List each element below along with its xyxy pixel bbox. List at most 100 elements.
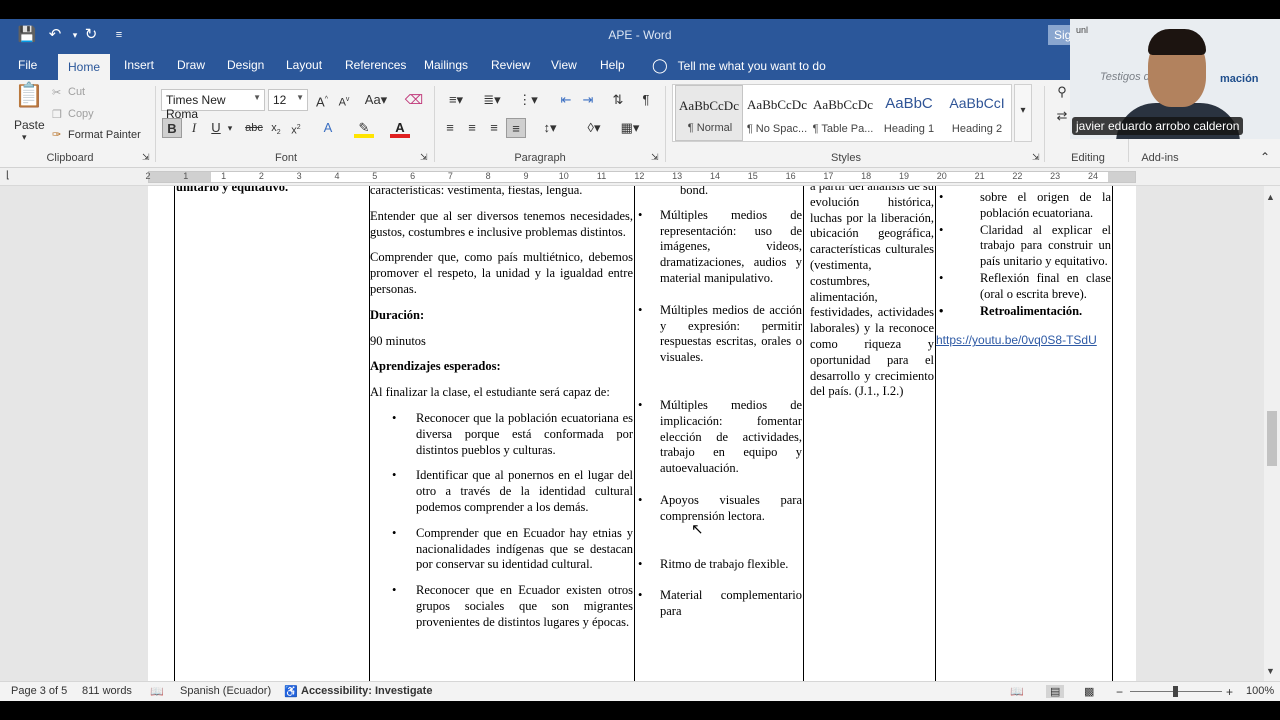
word-count[interactable]: 811 words	[82, 685, 132, 697]
font-name-combo[interactable]: Times New Roma ▼	[161, 89, 265, 121]
accessibility-status[interactable]: Accessibility: Investigate	[301, 685, 432, 697]
tab-selector-icon[interactable]: ⌊	[6, 170, 10, 181]
horizontal-ruler[interactable]: ⌊ 2 1 1 2 3 4 5 6 7 8 9 10 11 12 13 14 15 16 17 18 19 20 21 22 2…	[0, 168, 1280, 186]
page-count[interactable]: Page 3 of 5	[11, 685, 67, 697]
scrollbar-thumb[interactable]	[1267, 411, 1277, 466]
font-size-value: 12	[273, 93, 287, 107]
tab-mailings[interactable]: Mailings	[424, 57, 468, 80]
table-cell-col3[interactable]: bond. Múltiples medios de representación…	[638, 186, 802, 630]
grow-font-icon[interactable]: A^	[312, 90, 332, 110]
tab-design[interactable]: Design	[227, 57, 264, 80]
find-icon[interactable]: ⚲	[1052, 82, 1072, 102]
shading-icon[interactable]: ◊▾	[580, 118, 608, 138]
paste-icon[interactable]: 📋	[14, 84, 44, 118]
tab-home[interactable]: Home	[58, 54, 111, 80]
font-launcher-icon[interactable]: ⇲	[420, 152, 428, 163]
proofing-icon[interactable]: 📖	[150, 685, 164, 698]
list-item: Ritmo de trabajo flexible.	[634, 557, 802, 573]
video-link[interactable]: https://youtu.be/0vq0S8-TSdU	[936, 333, 1111, 349]
styles-launcher-icon[interactable]: ⇲	[1032, 152, 1040, 163]
language-indicator[interactable]: Spanish (Ecuador)	[180, 685, 271, 697]
tell-me-box[interactable]: ◯ Tell me what you want to do	[652, 57, 826, 74]
shrink-font-icon[interactable]: Av	[334, 90, 354, 110]
tab-layout[interactable]: Layout	[286, 57, 322, 80]
sort-icon[interactable]: ⇅	[608, 90, 628, 110]
table-cell-col5[interactable]: sobre el origen de la población ecuatori…	[936, 190, 1111, 359]
style-table-paragraph[interactable]: AaBbCcDc ¶ Table Pa...	[809, 85, 877, 141]
print-layout-icon[interactable]: ▤	[1046, 685, 1065, 698]
document-page[interactable]: unitario y equitativo. características: …	[148, 186, 1136, 681]
replace-icon[interactable]: ⇄	[1052, 106, 1072, 126]
tab-references[interactable]: References	[345, 57, 406, 80]
highlight-icon[interactable]: ✎	[354, 118, 374, 138]
cut-icon[interactable]: ✂	[52, 86, 61, 99]
line-spacing-icon[interactable]: ↕▾	[536, 118, 564, 138]
subscript-button[interactable]: x2	[266, 118, 286, 138]
vertical-scrollbar[interactable]: ▲ ▼	[1264, 186, 1280, 681]
style-normal[interactable]: AaBbCcDc ¶ Normal	[675, 85, 743, 141]
paragraph-launcher-icon[interactable]: ⇲	[651, 152, 659, 163]
underline-dropdown-icon[interactable]: ▾	[224, 118, 236, 138]
text-effects-icon[interactable]: A	[318, 118, 338, 138]
style-heading-2[interactable]: AaBbCcI Heading 2	[943, 85, 1011, 141]
collapse-ribbon-icon[interactable]: ⌃	[1260, 150, 1270, 164]
show-formatting-icon[interactable]: ¶	[636, 90, 656, 110]
accessibility-icon[interactable]: ♿	[284, 685, 298, 698]
cut-button[interactable]: Cut	[68, 86, 85, 98]
copy-button[interactable]: Copy	[68, 108, 94, 120]
table-cell-col4[interactable]: a partir del análisis de su evolución hi…	[810, 186, 934, 410]
bold-button[interactable]: B	[162, 118, 182, 138]
format-painter-icon[interactable]: ✑	[52, 128, 61, 141]
clipboard-launcher-icon[interactable]: ⇲	[142, 152, 150, 163]
read-mode-icon[interactable]: 📖	[1010, 685, 1024, 698]
tab-help[interactable]: Help	[600, 57, 625, 80]
copy-icon[interactable]: ❐	[52, 108, 62, 121]
format-painter-button[interactable]: Format Painter	[68, 129, 141, 141]
undo-icon[interactable]: ↶	[44, 25, 66, 45]
superscript-button[interactable]: x2	[286, 118, 306, 138]
tab-insert[interactable]: Insert	[124, 57, 154, 80]
group-separator	[665, 86, 666, 162]
table-cell-col1[interactable]: unitario y equitativo.	[176, 186, 366, 206]
save-icon[interactable]: 💾	[16, 25, 38, 45]
align-left-icon[interactable]: ≡	[440, 118, 460, 138]
font-color-icon[interactable]: A	[390, 118, 410, 138]
align-center-icon[interactable]: ≡	[462, 118, 482, 138]
italic-button[interactable]: I	[184, 118, 204, 138]
paste-button[interactable]: Paste	[14, 118, 45, 132]
justify-icon[interactable]: ≡	[506, 118, 526, 138]
underline-button[interactable]: U	[206, 118, 226, 138]
zoom-in-button[interactable]: +	[1226, 685, 1233, 699]
style-heading-1[interactable]: AaBbC Heading 1	[875, 85, 943, 141]
repeat-icon[interactable]: ↻	[80, 25, 102, 45]
align-right-icon[interactable]: ≡	[484, 118, 504, 138]
document-canvas[interactable]: unitario y equitativo. características: …	[0, 186, 1264, 681]
increase-indent-icon[interactable]: ⇥	[578, 90, 598, 110]
scroll-up-icon[interactable]: ▲	[1266, 192, 1275, 202]
bullets-icon[interactable]: ≡▾	[442, 90, 470, 110]
styles-more-icon[interactable]: ▾	[1014, 84, 1032, 142]
cell-text: características: vestimenta, fiestas, le…	[370, 186, 583, 197]
table-cell-col2[interactable]: características: vestimenta, fiestas, le…	[370, 186, 633, 641]
tab-view[interactable]: View	[551, 57, 577, 80]
numbering-icon[interactable]: ≣▾	[478, 90, 506, 110]
zoom-level[interactable]: 100%	[1246, 685, 1274, 697]
tab-review[interactable]: Review	[491, 57, 530, 80]
tab-draw[interactable]: Draw	[177, 57, 205, 80]
customize-icon[interactable]: ≡	[108, 25, 130, 45]
clear-formatting-icon[interactable]: ⌫	[404, 90, 424, 110]
strikethrough-button[interactable]: abc	[244, 118, 264, 138]
scroll-down-icon[interactable]: ▼	[1266, 666, 1275, 676]
style-no-spacing[interactable]: AaBbCcDc ¶ No Spac...	[743, 85, 811, 141]
decrease-indent-icon[interactable]: ⇤	[556, 90, 576, 110]
zoom-slider-thumb[interactable]	[1173, 686, 1178, 697]
change-case-icon[interactable]: Aa▾	[362, 90, 390, 110]
borders-icon[interactable]: ▦▾	[616, 118, 644, 138]
video-participant-tile[interactable]: unl Testigos de mación javier eduardo ar…	[1070, 19, 1280, 139]
paste-dropdown-icon[interactable]: ▾	[22, 132, 27, 143]
font-size-combo[interactable]: 12 ▼	[268, 89, 308, 111]
tab-file[interactable]: File	[18, 57, 37, 80]
web-layout-icon[interactable]: ▩	[1084, 685, 1094, 698]
zoom-out-button[interactable]: −	[1116, 685, 1123, 699]
multilevel-list-icon[interactable]: ⋮▾	[514, 90, 542, 110]
